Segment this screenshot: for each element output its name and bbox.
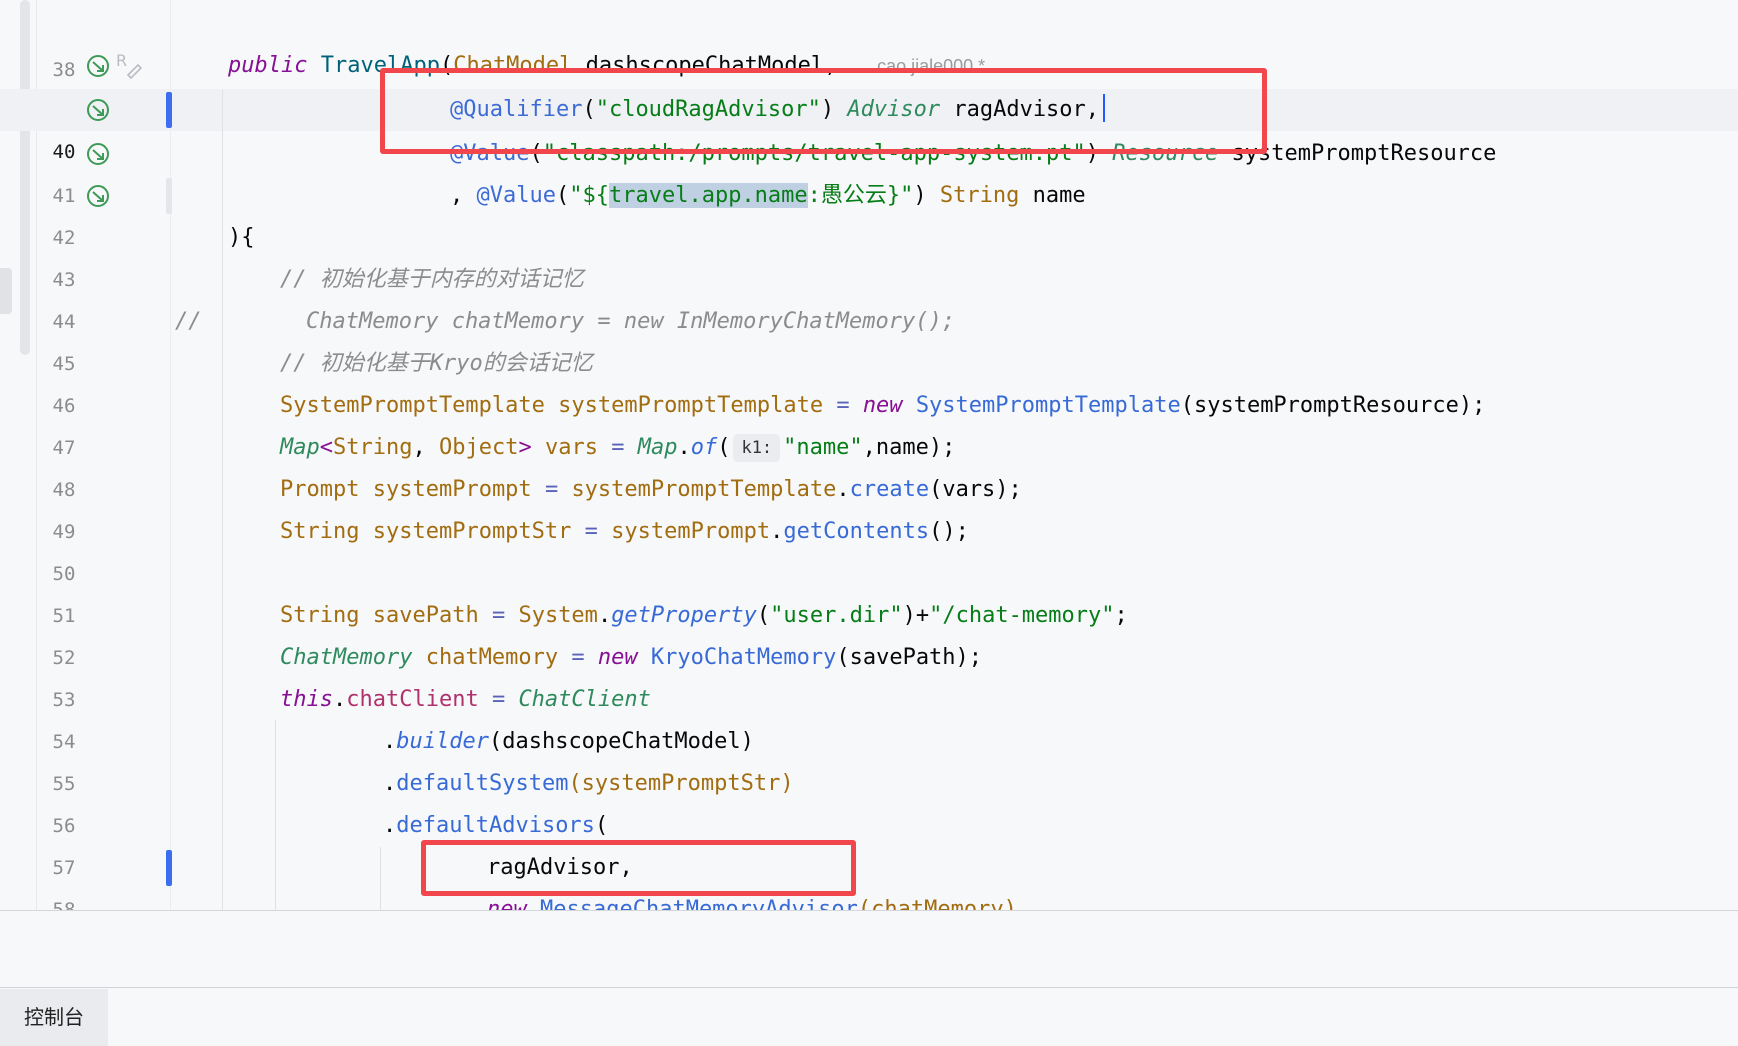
code-line[interactable]: 46 // 初始化基于Kryo的会话记忆 bbox=[0, 343, 1738, 417]
code-line[interactable]: 49 Prompt systemPrompt = systemPromptTem… bbox=[0, 469, 1738, 543]
comment-text[interactable]: // 初始化基于Kryo的会话记忆 bbox=[280, 343, 593, 385]
parameter-hint: k1: bbox=[733, 434, 781, 462]
code-line[interactable]: 58 ragAdvisor, bbox=[0, 847, 1738, 910]
code-line[interactable]: 44 // 初始化基于内存的对话记忆 bbox=[0, 259, 1738, 333]
code-text[interactable]: .builder(dashscopeChatModel) bbox=[383, 721, 754, 763]
code-editor[interactable]: 38 39 R public TravelApp(ChatModel dashs… bbox=[0, 0, 1738, 910]
code-line[interactable]: 59 new MessageChatMemoryAdvisor(chatMemo… bbox=[0, 889, 1738, 910]
code-text[interactable]: SystemPromptTemplate systemPromptTemplat… bbox=[280, 385, 1485, 427]
code-line[interactable]: 51 bbox=[0, 553, 1738, 627]
code-text[interactable]: ChatMemory chatMemory = new KryoChatMemo… bbox=[280, 637, 982, 679]
code-line[interactable]: 52 String savePath = System.getProperty(… bbox=[0, 595, 1738, 669]
change-marker[interactable] bbox=[166, 178, 172, 214]
console-tab[interactable]: 控制台 bbox=[0, 989, 108, 1046]
bean-inject-icon[interactable] bbox=[86, 98, 110, 122]
code-line[interactable]: 45 // ChatMemory chatMemory = new InMemo… bbox=[0, 301, 1738, 375]
indent-guide bbox=[275, 720, 276, 910]
indent-guide bbox=[380, 847, 381, 910]
svg-text:R: R bbox=[116, 51, 127, 70]
change-marker[interactable] bbox=[166, 850, 172, 886]
code-text[interactable]: String systemPromptStr = systemPrompt.ge… bbox=[280, 511, 969, 553]
selected-text[interactable]: travel.app.name bbox=[608, 183, 808, 208]
code-text[interactable]: this.chatClient = ChatClient bbox=[280, 679, 651, 721]
code-text[interactable]: Map<String, Object> vars = Map.of(k1: "na… bbox=[280, 427, 955, 469]
highlight-box bbox=[380, 68, 1267, 154]
code-line[interactable]: 56 .defaultSystem(systemPromptStr) bbox=[0, 763, 1738, 837]
code-line[interactable]: 57 .defaultAdvisors( bbox=[0, 805, 1738, 879]
comment-text[interactable]: ChatMemory chatMemory = new InMemoryChat… bbox=[306, 301, 955, 343]
code-line[interactable]: 50 String systemPromptStr = systemPrompt… bbox=[0, 511, 1738, 585]
highlight-box bbox=[421, 840, 856, 896]
code-line[interactable]: 43 ){ bbox=[0, 217, 1738, 291]
code-line[interactable]: 54 this.chatClient = ChatClient bbox=[0, 679, 1738, 753]
rest-endpoint-icon[interactable]: R bbox=[114, 49, 144, 79]
bean-inject-icon[interactable] bbox=[86, 54, 110, 78]
code-line[interactable]: 47 SystemPromptTemplate systemPromptTemp… bbox=[0, 385, 1738, 459]
comment-prefix[interactable]: // bbox=[175, 301, 202, 343]
code-text[interactable]: String savePath = System.getProperty("us… bbox=[280, 595, 1128, 637]
code-line[interactable]: 48 Map<String, Object> vars = Map.of(k1:… bbox=[0, 427, 1738, 501]
code-line[interactable]: 53 ChatMemory chatMemory = new KryoChatM… bbox=[0, 637, 1738, 711]
comment-text[interactable]: // 初始化基于内存的对话记忆 bbox=[280, 259, 584, 301]
change-marker[interactable] bbox=[166, 92, 172, 128]
tool-separator bbox=[0, 987, 1738, 988]
bottom-tool-panel: 控制台 bbox=[0, 910, 1738, 1046]
code-line[interactable]: 42 , @Value("${travel.app.name:愚公云}") St… bbox=[0, 175, 1738, 249]
code-line[interactable]: 38 bbox=[0, 7, 1738, 81]
code-text[interactable]: Prompt systemPrompt = systemPromptTempla… bbox=[280, 469, 1022, 511]
code-text[interactable]: , @Value("${travel.app.name:愚公云}") Strin… bbox=[450, 175, 1086, 217]
indent-guide bbox=[222, 90, 223, 910]
bean-inject-icon[interactable] bbox=[86, 142, 110, 166]
code-line[interactable]: 55 .builder(dashscopeChatModel) bbox=[0, 721, 1738, 795]
bean-inject-icon[interactable] bbox=[86, 184, 110, 208]
code-text[interactable]: ){ bbox=[228, 217, 255, 259]
code-text[interactable]: .defaultSystem(systemPromptStr) bbox=[383, 763, 794, 805]
